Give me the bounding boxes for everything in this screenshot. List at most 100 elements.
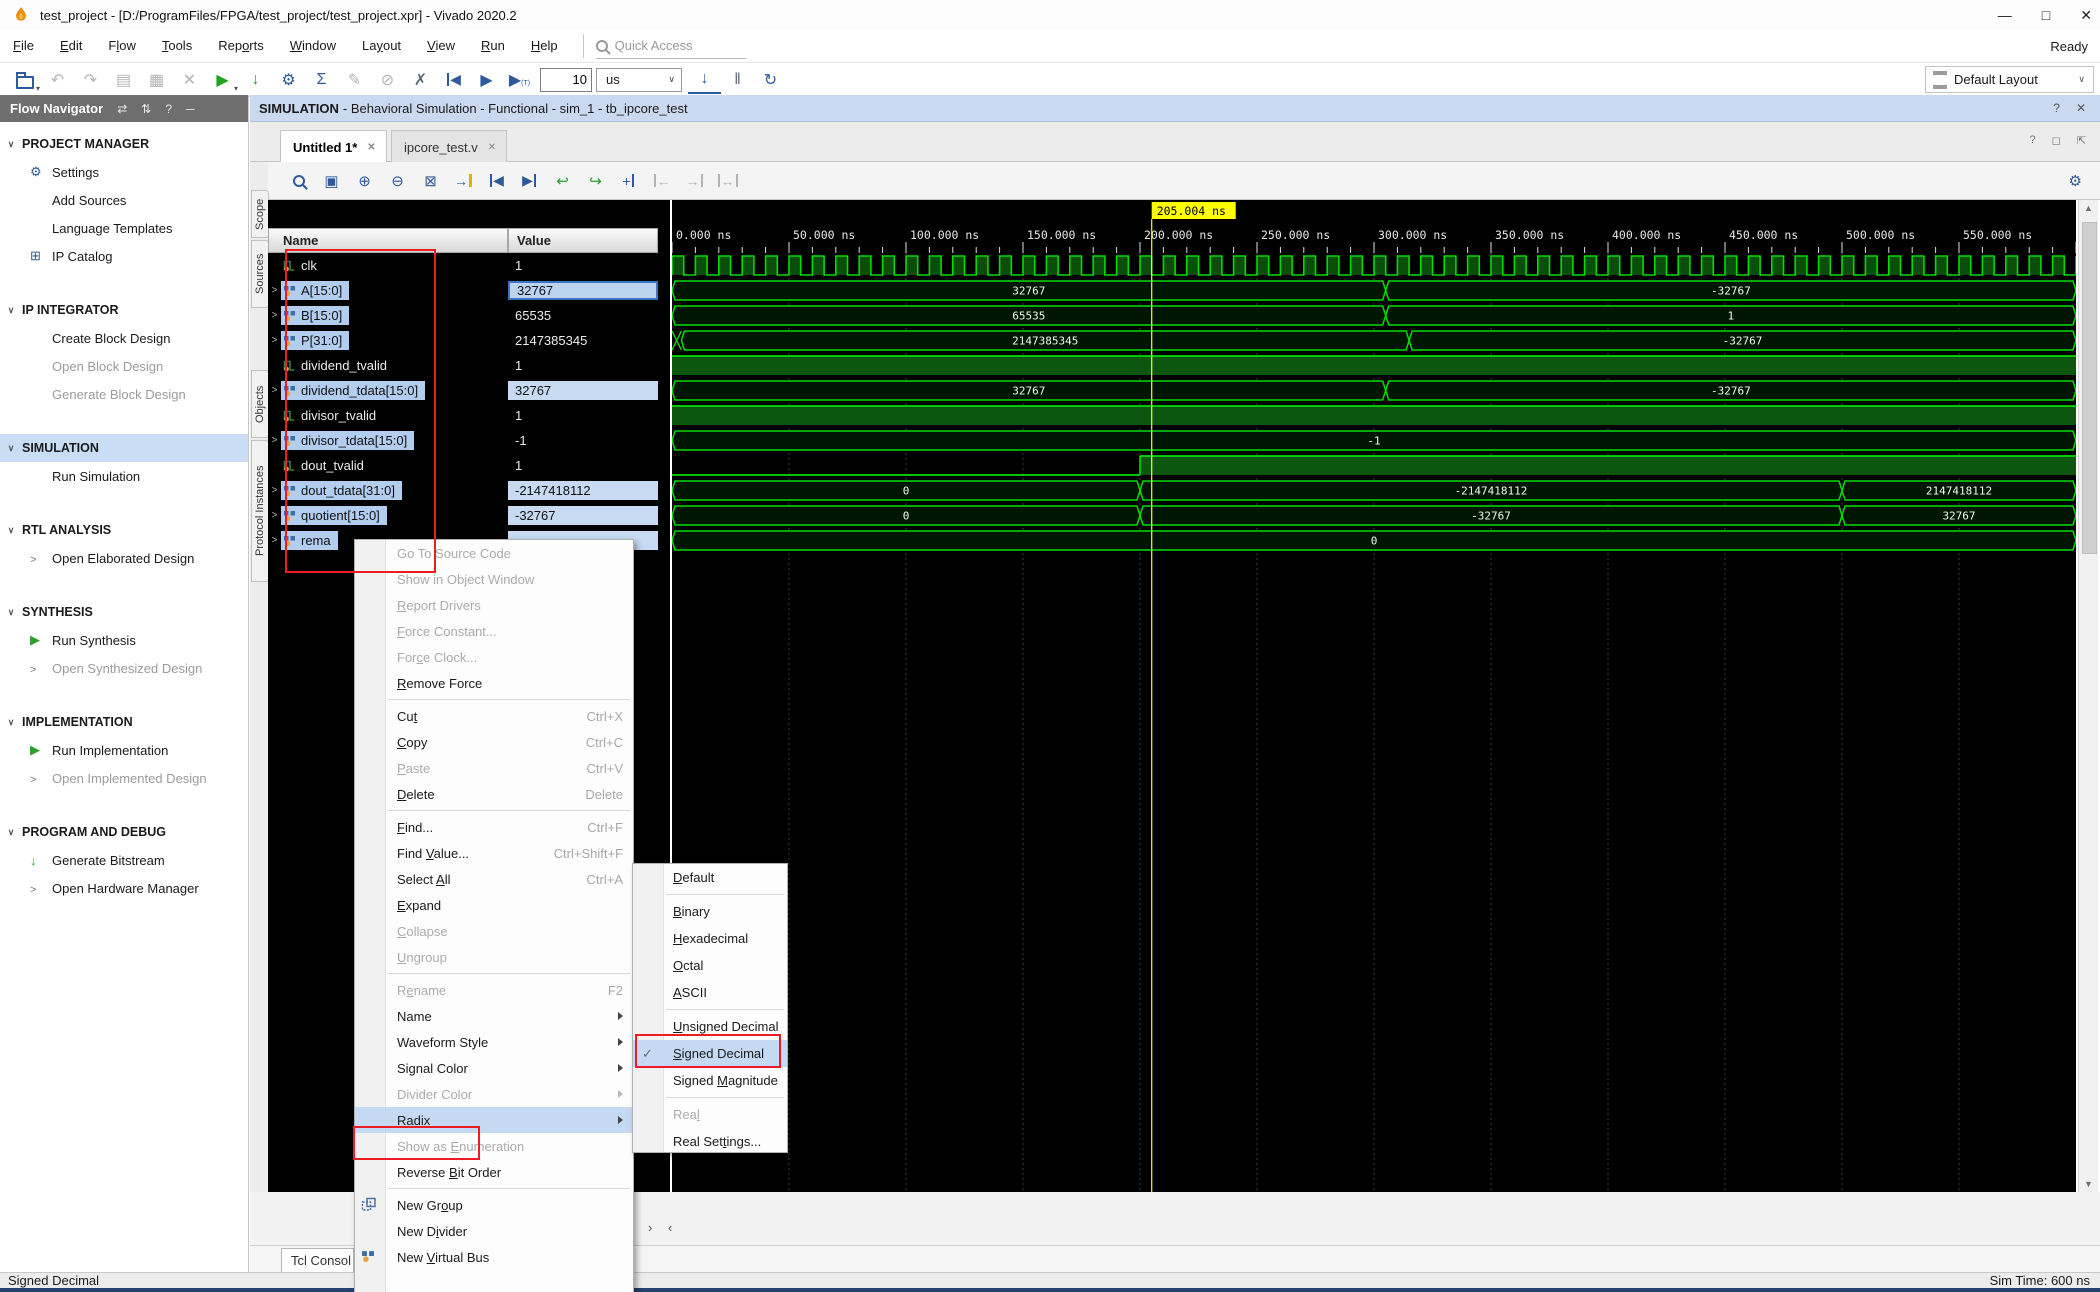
menu-item-new-divider[interactable]: New Divider xyxy=(355,1218,633,1244)
menu-view[interactable]: View xyxy=(414,30,468,62)
expand-icon[interactable]: > xyxy=(268,535,281,546)
radix-option-real-settings[interactable]: Real Settings... xyxy=(633,1128,787,1155)
zoom-out-icon[interactable]: ⊖ xyxy=(381,168,414,194)
span-markers-icon[interactable]: ↔ xyxy=(711,168,744,194)
signal-value[interactable]: -2147418112 xyxy=(508,481,658,500)
radix-option-default[interactable]: Default xyxy=(633,864,787,891)
flow-item-create-block-design[interactable]: Create Block Design xyxy=(0,324,248,352)
flow-item-open-hardware-manager[interactable]: >Open Hardware Manager xyxy=(0,874,248,902)
go-to-start-icon[interactable]: ◀ xyxy=(480,168,513,194)
help-icon[interactable]: ? xyxy=(2053,101,2060,115)
menu-flow[interactable]: Flow xyxy=(95,30,148,62)
flow-item-generate-bitstream[interactable]: ↓Generate Bitstream xyxy=(0,846,248,874)
menu-edit[interactable]: Edit xyxy=(47,30,95,62)
expand-right-icon[interactable]: › xyxy=(648,1220,652,1235)
flow-section-synthesis[interactable]: ∨SYNTHESIS xyxy=(0,598,248,626)
slash-disabled-icon[interactable]: ⊘ xyxy=(371,67,404,93)
flow-section-project-manager[interactable]: ∨PROJECT MANAGER xyxy=(0,130,248,158)
side-tab-scope[interactable]: Scope xyxy=(251,190,269,238)
menu-item-remove-force[interactable]: Remove Force xyxy=(355,670,633,696)
expand-icon[interactable]: > xyxy=(268,285,281,296)
settings-gear-icon[interactable]: ⚙ xyxy=(272,67,305,93)
step-icon[interactable]: ↓ xyxy=(688,66,721,94)
signal-value[interactable]: -32767 xyxy=(508,506,658,525)
pane-maximize-icon[interactable]: ⇱ xyxy=(2077,134,2086,147)
undo-icon[interactable]: ↶ xyxy=(41,67,74,93)
swap-left-icon[interactable]: ← xyxy=(645,168,678,194)
menu-item-waveform-style[interactable]: Waveform Style xyxy=(355,1029,633,1055)
tab-ipcore-test-v[interactable]: ipcore_test.v ✕ xyxy=(391,130,507,163)
pause-icon[interactable]: ‖ xyxy=(721,67,754,93)
radix-option-signed-magnitude[interactable]: Signed Magnitude xyxy=(633,1067,787,1094)
add-marker-icon[interactable]: + xyxy=(612,168,645,194)
save-icon[interactable]: ▣ xyxy=(315,168,348,194)
menu-tools[interactable]: Tools xyxy=(149,30,205,62)
next-transition-icon[interactable]: ↪ xyxy=(579,168,612,194)
scroll-down-icon[interactable]: ▼ xyxy=(2079,1179,2098,1189)
menu-layout[interactable]: Layout xyxy=(349,30,414,62)
delete-icon[interactable]: ✕ xyxy=(173,67,206,93)
time-unit-select[interactable]: us∨ xyxy=(596,68,682,92)
flow-item-open-elaborated-design[interactable]: >Open Elaborated Design xyxy=(0,544,248,572)
restart-icon[interactable]: ◀ xyxy=(437,67,470,93)
signal-value[interactable]: -1 xyxy=(508,431,658,450)
menu-item-select-all[interactable]: Select AllCtrl+A xyxy=(355,866,633,892)
layout-selector[interactable]: Default Layout ∨ xyxy=(1925,66,2094,93)
pane-float-icon[interactable]: ◻ xyxy=(2052,134,2061,147)
signal-value[interactable]: 1 xyxy=(508,456,658,475)
side-tab-sources[interactable]: Sources xyxy=(251,240,269,308)
zoom-in-icon[interactable]: ⊕ xyxy=(348,168,381,194)
wave-settings-gear-icon[interactable]: ⚙ xyxy=(2069,172,2082,190)
flow-item-run-implementation[interactable]: ▶Run Implementation xyxy=(0,736,248,764)
menu-item-signal-color[interactable]: Signal Color xyxy=(355,1055,633,1081)
menu-item-name[interactable]: Name xyxy=(355,1003,633,1029)
open-file-icon[interactable]: ▾ xyxy=(8,67,41,93)
tab-close-icon[interactable]: ✕ xyxy=(488,142,496,153)
zoom-to-cursor-icon[interactable]: → xyxy=(447,168,480,194)
waveform-canvas[interactable]: 0.000 ns50.000 ns100.000 ns150.000 ns200… xyxy=(672,200,2076,1192)
radix-option-hexadecimal[interactable]: Hexadecimal xyxy=(633,925,787,952)
pane-help-icon[interactable]: ? xyxy=(2030,134,2036,147)
tab-untitled-1[interactable]: Untitled 1* ✕ xyxy=(280,130,387,163)
menu-reports[interactable]: Reports xyxy=(205,30,277,62)
menu-item-reverse-bit-order[interactable]: Reverse Bit Order xyxy=(355,1159,633,1185)
tab-close-icon[interactable]: ✕ xyxy=(367,142,375,153)
menu-item-find[interactable]: Find...Ctrl+F xyxy=(355,814,633,840)
run-time-input[interactable] xyxy=(540,68,592,92)
flow-item-run-synthesis[interactable]: ▶Run Synthesis xyxy=(0,626,248,654)
run-for-icon[interactable]: ▶(T) xyxy=(503,67,536,93)
report-sum-icon[interactable]: Σ xyxy=(305,67,338,93)
minimize-icon[interactable]: ─ xyxy=(186,102,195,116)
expand-icon[interactable]: > xyxy=(268,385,281,396)
expand-icon[interactable]: > xyxy=(268,485,281,496)
signal-value[interactable]: 2147385345 xyxy=(508,331,658,350)
expand-icon[interactable]: ⇅ xyxy=(141,102,151,116)
signal-value[interactable]: 1 xyxy=(508,406,658,425)
close-button[interactable]: ✕ xyxy=(2080,7,2092,24)
breakpoint-icon[interactable]: ✗ xyxy=(404,67,437,93)
signal-value[interactable]: 32767 xyxy=(508,381,658,400)
swap-right-icon[interactable]: → xyxy=(678,168,711,194)
flow-item-run-simulation[interactable]: Run Simulation xyxy=(0,462,248,490)
menu-file[interactable]: File xyxy=(0,30,47,62)
radix-option-octal[interactable]: Octal xyxy=(633,952,787,979)
generate-bitstream-icon[interactable]: ↓ xyxy=(239,67,272,93)
expand-icon[interactable]: > xyxy=(268,435,281,446)
flow-section-ip-integrator[interactable]: ∨IP INTEGRATOR xyxy=(0,296,248,324)
menu-item-expand[interactable]: Expand xyxy=(355,892,633,918)
menu-item-new-group[interactable]: New Group xyxy=(355,1192,633,1218)
collapse-icon[interactable]: ⇄ xyxy=(117,102,127,116)
menu-window[interactable]: Window xyxy=(277,30,349,62)
menu-run[interactable]: Run xyxy=(468,30,518,62)
menu-help[interactable]: Help xyxy=(518,30,571,62)
menu-item-new-virtual-bus[interactable]: New Virtual Bus xyxy=(355,1244,633,1270)
radix-option-ascii[interactable]: ASCII xyxy=(633,979,787,1006)
previous-transition-icon[interactable]: ↩ xyxy=(546,168,579,194)
flow-item-ip-catalog[interactable]: ⊞IP Catalog xyxy=(0,242,248,270)
edit-disabled-icon[interactable]: ✎ xyxy=(338,67,371,93)
value-column-header[interactable]: Value xyxy=(508,228,658,253)
search-icon[interactable] xyxy=(282,168,315,194)
side-tab-objects[interactable]: Objects xyxy=(251,370,269,438)
copy-icon[interactable]: ▤ xyxy=(107,67,140,93)
flow-section-rtl-analysis[interactable]: ∨RTL ANALYSIS xyxy=(0,516,248,544)
